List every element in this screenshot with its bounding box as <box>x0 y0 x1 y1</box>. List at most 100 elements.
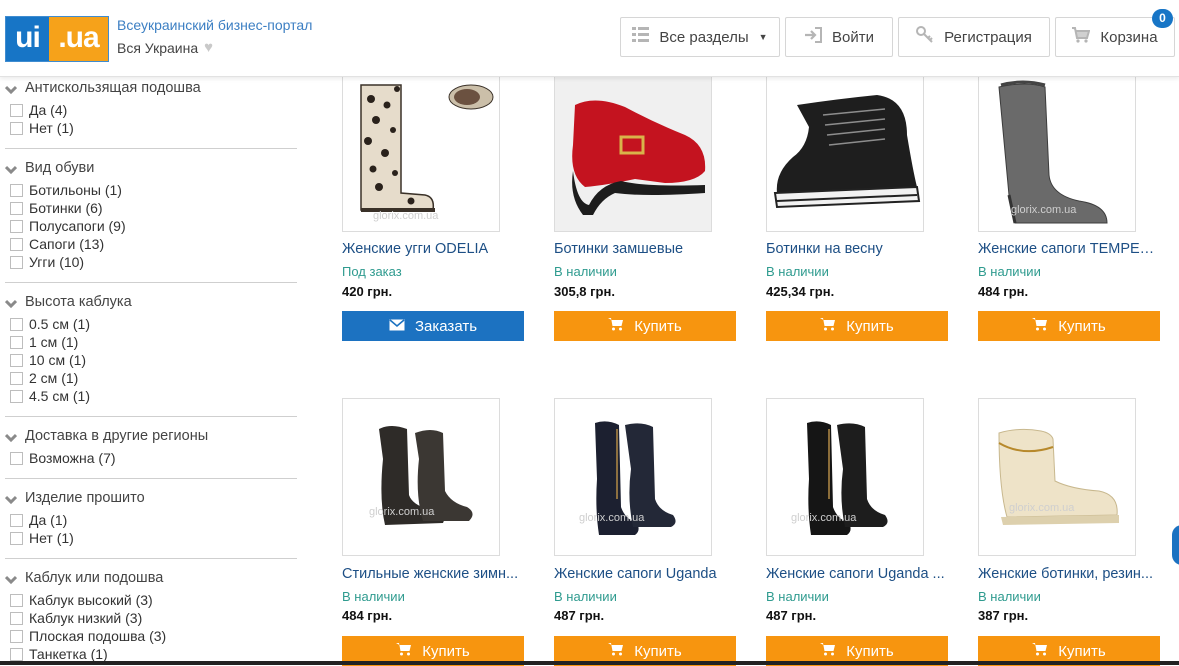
filter-option[interactable]: Сапоги (13) <box>5 235 297 253</box>
chevron-down-icon <box>4 431 18 443</box>
filter-group-title[interactable]: Изделие прошито <box>4 488 297 508</box>
filter-option[interactable]: Угги (10) <box>5 253 297 271</box>
filter-checkbox[interactable] <box>10 183 23 197</box>
product-price: 305,8 грн. <box>554 284 615 299</box>
region-selector[interactable]: Вся Украина ♥ <box>117 39 213 56</box>
product-image[interactable]: glorix.com.ua <box>766 398 924 556</box>
filter-checkbox[interactable] <box>10 629 23 643</box>
filter-group-label: Доставка в другие регионы <box>25 428 209 444</box>
filter-group-title[interactable]: Вид обуви <box>4 158 297 178</box>
product-title-link[interactable]: Ботинки замшевые <box>554 241 736 257</box>
logo-ua-part: .ua <box>49 17 108 61</box>
availability-status: В наличии <box>766 589 829 604</box>
feedback-side-tab[interactable] <box>1172 525 1179 565</box>
filter-option[interactable]: 0.5 см (1) <box>5 315 297 333</box>
svg-text:glorix.com.ua: glorix.com.ua <box>373 210 439 222</box>
filter-checkbox[interactable] <box>10 219 23 233</box>
availability-status: В наличии <box>978 589 1041 604</box>
button-label: Купить <box>634 317 682 335</box>
filter-option-label: 1 см (1) <box>29 334 79 350</box>
register-label: Регистрация <box>944 28 1032 46</box>
buy-button[interactable]: Купить <box>766 311 948 341</box>
product-title-link[interactable]: Женские сапоги Uganda <box>554 566 736 582</box>
filter-option-label: Танкетка (1) <box>29 646 108 662</box>
filter-option-label: Нет (1) <box>29 530 74 546</box>
filter-checkbox[interactable] <box>10 451 23 465</box>
product-price: 420 грн. <box>342 284 393 299</box>
filter-option[interactable]: Нет (1) <box>5 119 297 137</box>
filter-option[interactable]: Возможна (7) <box>5 449 297 467</box>
filter-divider <box>5 478 297 479</box>
product-title-link[interactable]: Женские ботинки, резин... <box>978 566 1160 582</box>
product-title-link[interactable]: Стильные женские зимн... <box>342 566 524 582</box>
filter-option[interactable]: 2 см (1) <box>5 369 297 387</box>
product-image[interactable]: glorix.com.ua <box>554 398 712 556</box>
filter-checkbox[interactable] <box>10 335 23 349</box>
filter-option[interactable]: Нет (1) <box>5 529 297 547</box>
filter-checkbox[interactable] <box>10 593 23 607</box>
filter-checkbox[interactable] <box>10 317 23 331</box>
filter-group: Высота каблука 0.5 см (1) 1 см (1) 10 см (1… <box>4 292 297 405</box>
cart-icon <box>1032 642 1048 660</box>
filter-group-title[interactable]: Высота каблука <box>4 292 297 312</box>
buy-button[interactable]: Купить <box>978 311 1160 341</box>
product-title-link[interactable]: Женские сапоги TEMPER... <box>978 241 1160 257</box>
filter-checkbox[interactable] <box>10 513 23 527</box>
envelope-icon <box>389 318 405 335</box>
chevron-down-icon <box>4 83 18 95</box>
filter-group-title[interactable]: Антискользящая подошва <box>4 78 297 98</box>
filter-checkbox[interactable] <box>10 201 23 215</box>
filter-option[interactable]: 10 см (1) <box>5 351 297 369</box>
filter-checkbox[interactable] <box>10 531 23 545</box>
filter-option-label: Ботинки (6) <box>29 200 103 216</box>
filter-group-title[interactable]: Доставка в другие регионы <box>4 426 297 446</box>
filter-checkbox[interactable] <box>10 371 23 385</box>
filter-group: Вид обуви Ботильоны (1) Ботинки (6) Полусап… <box>4 158 297 271</box>
register-button[interactable]: Регистрация <box>898 17 1050 57</box>
filter-checkbox[interactable] <box>10 255 23 269</box>
filter-option[interactable]: Плоская подошва (3) <box>5 627 297 645</box>
site-logo[interactable]: ui .ua <box>5 16 109 62</box>
cart-icon <box>1032 317 1048 335</box>
filter-option[interactable]: Да (1) <box>5 511 297 529</box>
filter-option-label: Да (1) <box>29 512 68 528</box>
login-button[interactable]: Войти <box>785 17 893 57</box>
product-title-link[interactable]: Женские сапоги Uganda ... <box>766 566 948 582</box>
product-title-link[interactable]: Ботинки на весну <box>766 241 948 257</box>
bottom-border <box>0 661 1179 665</box>
order-button[interactable]: Заказать <box>342 311 524 341</box>
button-label: Купить <box>846 642 894 660</box>
all-sections-label: Все разделы <box>659 28 749 46</box>
filter-option[interactable]: Ботинки (6) <box>5 199 297 217</box>
filter-checkbox[interactable] <box>10 611 23 625</box>
product-image[interactable]: glorix.com.ua <box>342 398 500 556</box>
availability-status: В наличии <box>766 264 829 279</box>
filter-option[interactable]: Да (4) <box>5 101 297 119</box>
all-sections-button[interactable]: Все разделы ▼ <box>620 17 780 57</box>
product-image[interactable] <box>766 74 924 232</box>
product-title-link[interactable]: Женские угги ODELIA <box>342 241 524 257</box>
filter-option[interactable]: 1 см (1) <box>5 333 297 351</box>
filter-checkbox[interactable] <box>10 353 23 367</box>
filter-option-label: Угги (10) <box>29 254 85 270</box>
filter-checkbox[interactable] <box>10 389 23 403</box>
product-image[interactable]: glorix.com.ua <box>978 74 1136 232</box>
product-image[interactable] <box>554 74 712 232</box>
filter-checkbox[interactable] <box>10 121 23 135</box>
filter-option[interactable]: Ботильоны (1) <box>5 181 297 199</box>
filter-option[interactable]: Каблук низкий (3) <box>5 609 297 627</box>
buy-button[interactable]: Купить <box>554 311 736 341</box>
filter-option[interactable]: Полусапоги (9) <box>5 217 297 235</box>
site-tagline[interactable]: Всеукраинский бизнес-портал <box>117 17 312 33</box>
filter-option[interactable]: 4.5 см (1) <box>5 387 297 405</box>
filter-divider <box>5 148 297 149</box>
filter-option[interactable]: Каблук высокий (3) <box>5 591 297 609</box>
filter-checkbox[interactable] <box>10 237 23 251</box>
filter-group-title[interactable]: Каблук или подошва <box>4 568 297 588</box>
filter-option-label: Каблук высокий (3) <box>29 592 153 608</box>
filter-checkbox[interactable] <box>10 103 23 117</box>
product-image[interactable]: glorix.com.ua <box>978 398 1136 556</box>
product-image[interactable]: glorix.com.ua <box>342 74 500 232</box>
filter-option-label: Сапоги (13) <box>29 236 105 252</box>
filter-checkbox[interactable] <box>10 647 23 661</box>
